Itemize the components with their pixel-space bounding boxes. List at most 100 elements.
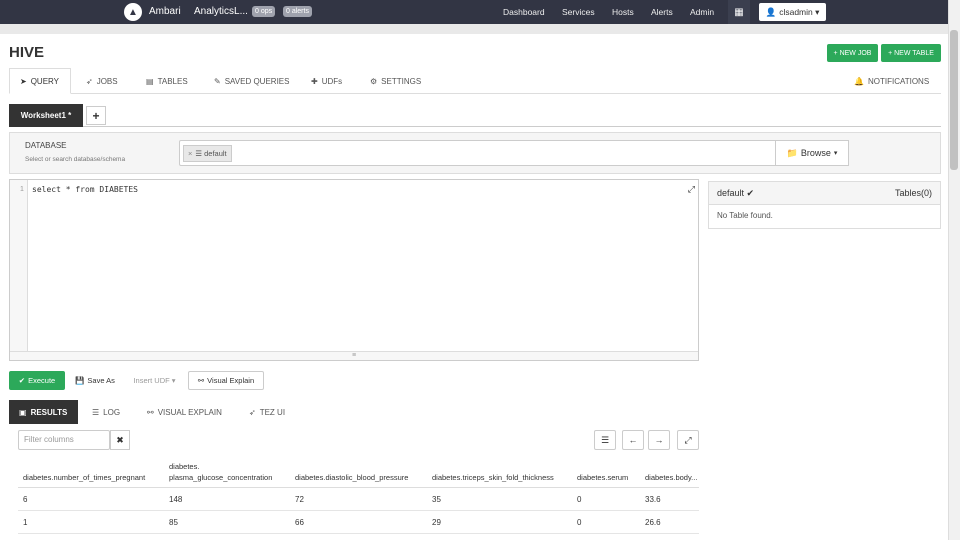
database-select[interactable]: × ☰ default xyxy=(179,140,776,166)
table-cell: 66 xyxy=(295,518,304,527)
ops-badge[interactable]: 0 ops xyxy=(252,6,276,17)
alerts-badge[interactable]: 0 alerts xyxy=(283,6,312,17)
execute-button[interactable]: ✔ Execute xyxy=(9,371,65,390)
save-as-label: Save As xyxy=(87,376,115,385)
link-icon: ⚯ xyxy=(147,407,154,417)
scroll-thumb[interactable] xyxy=(950,30,958,170)
database-tag-label: default xyxy=(204,149,227,158)
table-cell: 0 xyxy=(577,495,582,504)
folder-icon: 📁 xyxy=(786,147,798,158)
new-job-button[interactable]: + NEW JOB xyxy=(827,44,878,62)
user-icon: 👤 xyxy=(765,6,777,17)
tables-panel-header: default ✔ Tables(0) xyxy=(709,182,940,205)
column-header[interactable]: diabetes.triceps_skin_fold_thickness xyxy=(432,472,554,483)
table-cell: 85 xyxy=(169,518,178,527)
tab-query-label: QUERY xyxy=(30,76,60,86)
header-strip xyxy=(0,24,948,34)
column-header[interactable]: diabetes.serum xyxy=(577,472,628,483)
tab-saved-queries[interactable]: ✎ SAVED QUERIES xyxy=(214,68,289,94)
nav-dashboard[interactable]: Dashboard xyxy=(503,7,545,17)
rocket-icon: ➶ xyxy=(249,407,256,417)
query-editor[interactable]: 1 select * from DIABETES ⤢ ≡ xyxy=(9,179,699,361)
tab-settings-label: SETTINGS xyxy=(381,76,422,86)
tab-results-label: RESULTS xyxy=(30,407,68,417)
no-table-message: No Table found. xyxy=(717,211,773,220)
database-icon: ☰ xyxy=(195,149,203,158)
tab-saved-label: SAVED QUERIES xyxy=(224,76,290,86)
tab-udfs[interactable]: ✚ UDFs xyxy=(311,68,342,94)
table-cell: 6 xyxy=(23,495,28,504)
tab-jobs[interactable]: ➶ JOBS xyxy=(86,68,118,94)
tab-tez-ui[interactable]: ➶ TEZ UI xyxy=(249,400,285,424)
ambari-logo[interactable]: ▲ xyxy=(124,3,142,21)
puzzle-icon: ✚ xyxy=(311,76,318,86)
nav-admin[interactable]: Admin xyxy=(690,7,714,17)
editor-gutter: 1 xyxy=(10,180,28,352)
insert-udf-button[interactable]: Insert UDF ▾ xyxy=(127,371,182,390)
browse-label: Browse xyxy=(800,148,831,158)
tab-settings[interactable]: ⚙ SETTINGS xyxy=(370,68,421,94)
save-as-button[interactable]: 💾 Save As xyxy=(70,371,120,390)
tables-panel-db[interactable]: default ✔ xyxy=(717,188,754,199)
caret-down-icon: ▾ xyxy=(833,150,838,157)
column-header[interactable]: diabetes. plasma_glucose_concentration xyxy=(169,461,272,483)
results-table: diabetes.number_of_times_pregnant diabet… xyxy=(18,458,699,540)
table-row[interactable]: 6 148 72 35 0 33.6 xyxy=(18,488,699,511)
tab-results[interactable]: ▣ RESULTS xyxy=(9,400,78,424)
columns-menu-icon[interactable]: ☰ xyxy=(594,430,616,450)
browse-button[interactable]: 📁 Browse ▾ xyxy=(775,140,849,166)
user-name: clsadmin ▾ xyxy=(779,6,820,17)
database-label: DATABASE xyxy=(25,141,67,150)
remove-tag-icon[interactable]: × xyxy=(188,149,192,158)
next-page-icon[interactable]: → xyxy=(648,430,670,450)
worksheet-tabs: Worksheet1 * + xyxy=(9,104,941,127)
previous-page-icon[interactable]: ← xyxy=(622,430,644,450)
save-icon: 💾 xyxy=(75,376,85,385)
page-scrollbar[interactable] xyxy=(948,0,960,540)
database-panel: DATABASE Select or search database/schem… xyxy=(9,132,941,174)
file-icon: ▣ xyxy=(19,407,27,417)
tables-panel: default ✔ Tables(0) No Table found. xyxy=(708,181,941,229)
tab-query[interactable]: ➤ QUERY xyxy=(9,68,71,94)
new-table-button[interactable]: + NEW TABLE xyxy=(881,44,941,62)
column-header[interactable]: diabetes.body... xyxy=(645,472,697,483)
tab-jobs-label: JOBS xyxy=(96,76,118,86)
tab-udfs-label: UDFs xyxy=(321,76,343,86)
table-cell: 35 xyxy=(432,495,441,504)
table-cell: 0 xyxy=(577,518,582,527)
editor-resize-handle[interactable]: ≡ xyxy=(10,351,698,360)
add-worksheet-button[interactable]: + xyxy=(86,106,106,125)
table-icon: ▤ xyxy=(146,76,154,86)
tab-tables[interactable]: ▤ TABLES xyxy=(146,68,188,94)
worksheet-tab[interactable]: Worksheet1 * xyxy=(9,104,83,127)
notifications-link[interactable]: 🔔 NOTIFICATIONS xyxy=(854,68,929,94)
brand-name[interactable]: Ambari xyxy=(149,6,181,17)
tab-log-label: LOG xyxy=(103,407,121,417)
expand-icon[interactable]: ⤢ xyxy=(688,184,695,195)
views-grid-icon[interactable]: ▦ xyxy=(728,0,750,24)
result-tabs: ▣ RESULTS ☰ LOG ⚯ VISUAL EXPLAIN ➶ TEZ U… xyxy=(9,400,699,424)
top-navbar: ▲ Ambari AnalyticsL... 0 ops 0 alerts Da… xyxy=(0,0,948,24)
nav-services[interactable]: Services xyxy=(562,7,595,17)
gear-icon: ⚙ xyxy=(370,76,378,86)
clear-filter-icon[interactable]: ✖ xyxy=(110,430,130,450)
table-cell: 72 xyxy=(295,495,304,504)
column-header[interactable]: diabetes.diastolic_blood_pressure xyxy=(295,472,408,483)
table-cell: 29 xyxy=(432,518,441,527)
database-tag[interactable]: × ☰ default xyxy=(183,145,232,162)
column-header[interactable]: diabetes.number_of_times_pregnant xyxy=(23,472,145,483)
nav-alerts[interactable]: Alerts xyxy=(651,7,673,17)
table-row[interactable]: 1 85 66 29 0 26.6 xyxy=(18,511,699,534)
query-text[interactable]: select * from DIABETES xyxy=(32,185,138,194)
expand-results-icon[interactable]: ⤢ xyxy=(677,430,699,450)
filter-columns-input[interactable]: Filter columns xyxy=(18,430,110,450)
nav-hosts[interactable]: Hosts xyxy=(612,7,634,17)
visual-explain-button[interactable]: ⚯ Visual Explain xyxy=(188,371,264,390)
user-menu-button[interactable]: 👤 clsadmin ▾ xyxy=(759,3,826,21)
rocket-icon: ➶ xyxy=(86,76,93,86)
check-icon: ✔ xyxy=(18,376,26,385)
tab-visual-explain[interactable]: ⚯ VISUAL EXPLAIN xyxy=(147,400,222,424)
tab-log[interactable]: ☰ LOG xyxy=(92,400,120,424)
cluster-name[interactable]: AnalyticsL... xyxy=(194,6,248,17)
paperclip-icon: ✎ xyxy=(214,76,221,86)
